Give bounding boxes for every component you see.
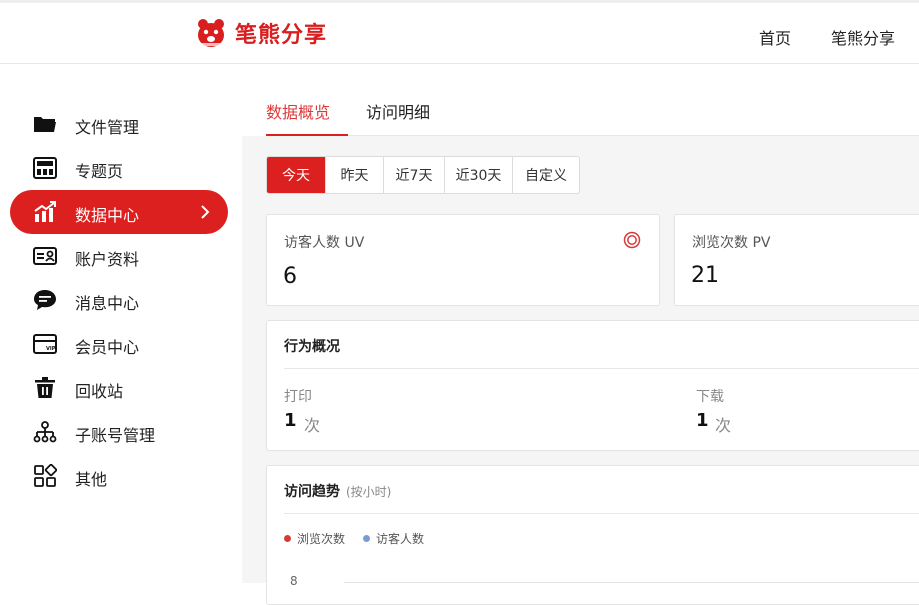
sidebar-item-label: 账户资料 xyxy=(75,250,140,269)
svg-text:VIP: VIP xyxy=(46,346,56,352)
legend-pv-dot xyxy=(284,535,291,542)
sub-account-icon xyxy=(33,421,57,443)
behavior-title: 行为概况 xyxy=(284,339,340,355)
trend-divider xyxy=(284,513,919,514)
id-card-icon xyxy=(33,247,57,265)
target-icon[interactable] xyxy=(623,231,641,249)
tabs-bar: 数据概览 访问明细 xyxy=(266,64,919,136)
download-value: 1 xyxy=(696,410,709,431)
range-option-30-days[interactable]: 近30天 xyxy=(445,157,513,193)
download-label: 下载 xyxy=(696,389,724,405)
print-value: 1 xyxy=(284,410,297,431)
chart-icon xyxy=(34,201,56,222)
message-icon xyxy=(34,290,56,310)
range-option-custom[interactable]: 自定义 xyxy=(513,157,579,193)
uv-value: 6 xyxy=(283,264,297,289)
uv-card: 访客人数 UV 6 xyxy=(266,214,660,306)
range-option-today[interactable]: 今天 xyxy=(267,157,326,193)
sidebar-item-account[interactable]: 账户资料 xyxy=(10,234,228,278)
sidebar-item-label: 会员中心 xyxy=(75,338,140,357)
sidebar-item-sub-accounts[interactable]: 子账号管理 xyxy=(10,410,228,454)
trash-icon xyxy=(35,377,55,398)
pv-label: 浏览次数 PV xyxy=(692,235,771,251)
trend-title: 访问趋势 (按小时) xyxy=(284,481,391,501)
range-option-7-days[interactable]: 近7天 xyxy=(384,157,445,193)
sidebar-item-files[interactable]: 文件管理 xyxy=(10,102,228,146)
trend-card: 访问趋势 (按小时) 浏览次数 访客人数 8 xyxy=(266,465,919,605)
sidebar-item-label: 其他 xyxy=(75,470,108,489)
topic-page-icon xyxy=(33,157,57,179)
active-tab-indicator xyxy=(266,134,348,136)
uv-label: 访客人数 UV xyxy=(284,235,365,251)
print-unit: 次 xyxy=(304,416,321,435)
sidebar-item-label: 数据中心 xyxy=(75,206,140,225)
legend-uv-label: 访客人数 xyxy=(376,532,425,546)
sidebar-item-label: 消息中心 xyxy=(75,294,140,313)
sidebar-item-label: 回收站 xyxy=(75,382,124,401)
behavior-divider xyxy=(284,368,919,369)
sidebar-item-recycle-bin[interactable]: 回收站 xyxy=(10,366,228,410)
tabs-bar-left-pad xyxy=(242,64,266,136)
top-header: 笔熊分享 首页 笔熊分享 xyxy=(0,0,919,64)
trend-title-text: 访问趋势 xyxy=(284,484,340,500)
sidebar-item-label: 文件管理 xyxy=(75,118,140,137)
sidebar-item-other[interactable]: 其他 xyxy=(10,454,228,498)
behavior-card: 行为概况 打印 1 次 下载 1 次 xyxy=(266,320,919,451)
y-axis-tick: 8 xyxy=(290,574,298,588)
legend-uv[interactable]: 访客人数 xyxy=(363,530,424,547)
sidebar: 文件管理 专题页 数据中心 账户资料 消息中心 VIP 会员中心 回收站 子账号… xyxy=(0,64,242,583)
range-option-yesterday[interactable]: 昨天 xyxy=(326,157,384,193)
nav-home-link[interactable]: 首页 xyxy=(759,25,791,49)
brand-name: 笔熊分享 xyxy=(235,23,328,48)
tab-overview[interactable]: 数据概览 xyxy=(266,99,330,123)
bear-logo-icon xyxy=(198,19,224,47)
trend-subtitle: (按小时) xyxy=(346,485,392,499)
chevron-right-icon xyxy=(201,205,210,219)
folder-icon xyxy=(34,117,56,132)
download-unit: 次 xyxy=(715,416,732,435)
brand-logo[interactable]: 笔熊分享 xyxy=(195,17,327,49)
sidebar-item-label: 子账号管理 xyxy=(75,426,156,445)
sidebar-item-messages[interactable]: 消息中心 xyxy=(10,278,228,322)
legend-pv[interactable]: 浏览次数 xyxy=(284,530,345,547)
tab-visit-details[interactable]: 访问明细 xyxy=(366,99,430,123)
pv-card: 浏览次数 PV 21 xyxy=(674,214,919,306)
legend-uv-dot xyxy=(363,535,370,542)
sidebar-item-vip[interactable]: VIP 会员中心 xyxy=(10,322,228,366)
pv-value: 21 xyxy=(691,263,719,288)
apps-icon xyxy=(34,464,57,487)
sidebar-item-data-center[interactable]: 数据中心 xyxy=(10,190,228,234)
print-label: 打印 xyxy=(284,389,312,405)
vip-card-icon: VIP xyxy=(33,334,57,354)
sidebar-item-label: 专题页 xyxy=(75,162,124,181)
sidebar-item-topic[interactable]: 专题页 xyxy=(10,146,228,190)
legend-pv-label: 浏览次数 xyxy=(297,532,346,546)
nav-share-link[interactable]: 笔熊分享 xyxy=(831,25,895,49)
date-range-selector: 今天 昨天 近7天 近30天 自定义 xyxy=(266,156,580,194)
